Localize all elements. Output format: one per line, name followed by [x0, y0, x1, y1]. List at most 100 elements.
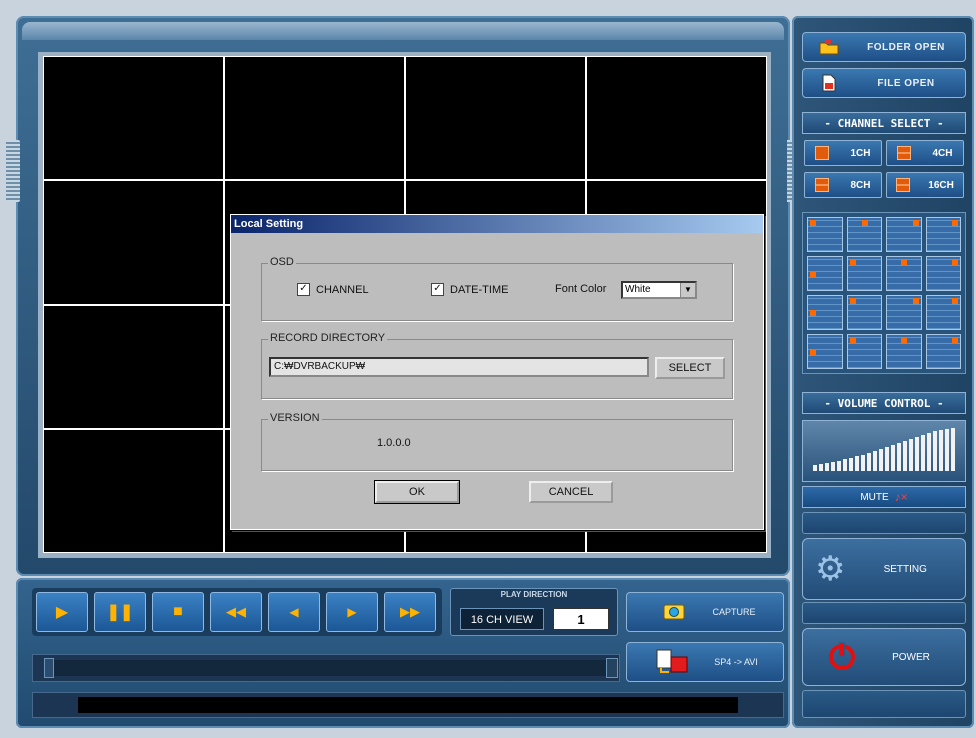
layout-option[interactable] — [886, 295, 922, 330]
setting-button[interactable]: ⚙ SETTING — [802, 538, 966, 600]
chevron-down-icon: ▼ — [680, 283, 695, 297]
layout-option[interactable] — [886, 334, 922, 369]
power-icon — [827, 641, 857, 674]
font-color-select[interactable]: White ▼ — [621, 281, 697, 299]
layout-option[interactable] — [846, 217, 882, 252]
channel-check-icon: ✓ — [297, 283, 310, 296]
eight-screen-icon — [815, 178, 830, 192]
video-cell[interactable] — [43, 56, 224, 181]
step-back-icon: ◀ — [289, 605, 299, 619]
video-cell[interactable] — [43, 304, 224, 429]
dialog-title: Local Setting — [231, 215, 763, 233]
layout-option[interactable] — [925, 334, 961, 369]
channel-select-title: - CHANNEL SELECT - — [802, 112, 966, 134]
status-bar — [78, 697, 738, 713]
video-cell[interactable] — [43, 428, 224, 553]
datetime-checkbox[interactable]: ✓ DATE-TIME — [431, 283, 508, 296]
layout-option[interactable] — [807, 217, 843, 252]
version-value: 1.0.0.0 — [377, 437, 411, 449]
video-cell[interactable] — [224, 56, 405, 181]
pause-button[interactable]: ❚❚ — [94, 592, 146, 632]
layout-option[interactable] — [846, 295, 882, 330]
file-open-button[interactable]: FILE OPEN — [802, 68, 966, 98]
layout-option[interactable] — [807, 334, 843, 369]
folder-open-button[interactable]: FOLDER OPEN — [802, 32, 966, 62]
layout-option[interactable] — [846, 334, 882, 369]
step-forward-button[interactable]: ▶ — [326, 592, 378, 632]
channel-16ch-label: 16CH — [928, 179, 954, 191]
osd-legend: OSD — [268, 256, 296, 268]
ok-button[interactable]: OK — [374, 480, 460, 504]
folder-open-label: FOLDER OPEN — [867, 41, 945, 53]
step-back-button[interactable]: ◀ — [268, 592, 320, 632]
volume-level-bars — [813, 428, 955, 471]
version-group: VERSION — [261, 412, 733, 471]
mute-button[interactable]: MUTE ♪× — [802, 486, 966, 508]
mute-label: MUTE — [860, 491, 889, 503]
step-forward-icon: ▶ — [347, 605, 357, 619]
capture-label: CAPTURE — [712, 607, 756, 617]
dvr-player-window: FOLDER OPEN FILE OPEN - CHANNEL SELECT -… — [0, 0, 976, 738]
speaker-mute-icon: ♪× — [894, 490, 908, 504]
capture-button[interactable]: CAPTURE — [626, 592, 784, 632]
select-directory-button[interactable]: SELECT — [655, 357, 725, 379]
record-directory-legend: RECORD DIRECTORY — [268, 332, 388, 344]
channel-8ch-label: 8CH — [850, 179, 871, 191]
channel-4ch-button[interactable]: 4CH — [886, 140, 964, 166]
convert-to-avi-button[interactable]: SP4 -> AVI — [626, 642, 784, 682]
screen-layout-grid — [802, 212, 966, 374]
font-color-value: White — [625, 284, 651, 295]
fast-rewind-button[interactable]: ◀◀ — [210, 592, 262, 632]
channel-checkbox[interactable]: ✓ CHANNEL — [297, 283, 369, 296]
layout-option[interactable] — [925, 256, 961, 291]
channel-8ch-button[interactable]: 8CH — [804, 172, 882, 198]
blank-strip — [802, 602, 966, 624]
folder-icon — [819, 38, 839, 56]
layout-option[interactable] — [925, 217, 961, 252]
seek-end-cap — [606, 658, 618, 678]
layout-option[interactable] — [807, 256, 843, 291]
left-resize-grip[interactable] — [6, 140, 20, 202]
fast-rewind-icon: ◀◀ — [226, 604, 246, 619]
convert-label: SP4 -> AVI — [714, 657, 758, 667]
layout-option[interactable] — [925, 295, 961, 330]
font-color-label: Font Color — [555, 283, 607, 295]
volume-control-title: - VOLUME CONTROL - — [802, 392, 966, 414]
view-page-number[interactable]: 1 — [553, 608, 609, 630]
video-cell[interactable] — [43, 180, 224, 305]
quad-screen-icon — [897, 146, 912, 160]
setting-label: SETTING — [883, 563, 927, 575]
video-cell[interactable] — [586, 56, 767, 181]
sixteen-screen-icon — [896, 178, 911, 192]
channel-16ch-button[interactable]: 16CH — [886, 172, 964, 198]
pause-icon: ❚❚ — [106, 604, 134, 621]
power-button[interactable]: POWER — [802, 628, 966, 686]
camera-icon — [663, 602, 685, 622]
layout-option[interactable] — [886, 217, 922, 252]
layout-option[interactable] — [807, 295, 843, 330]
record-directory-input[interactable]: C:₩DVRBACKUP₩ — [269, 357, 649, 377]
blank-strip — [802, 690, 966, 718]
play-icon: ▶ — [55, 604, 69, 621]
file-open-label: FILE OPEN — [877, 77, 935, 89]
channel-1ch-button[interactable]: 1CH — [804, 140, 882, 166]
main-panel-header — [22, 22, 784, 40]
video-cell[interactable] — [405, 56, 586, 181]
play-direction-title: PLAY DIRECTION — [500, 590, 568, 599]
local-setting-dialog: Local Setting OSD ✓ CHANNEL ✓ DATE-TIME … — [230, 214, 764, 530]
fast-forward-button[interactable]: ▶▶ — [384, 592, 436, 632]
convert-icon — [655, 648, 689, 676]
channel-1ch-label: 1CH — [850, 147, 871, 159]
single-screen-icon — [815, 146, 830, 160]
gear-icon: ⚙ — [815, 550, 846, 588]
play-button[interactable]: ▶ — [36, 592, 88, 632]
seek-thumb[interactable] — [44, 658, 54, 678]
layout-option[interactable] — [846, 256, 882, 291]
layout-option[interactable] — [886, 256, 922, 291]
cancel-button[interactable]: CANCEL — [529, 481, 613, 503]
seek-bar[interactable] — [44, 660, 608, 676]
volume-slider[interactable] — [802, 420, 966, 482]
file-icon — [819, 74, 839, 92]
version-legend: VERSION — [268, 412, 322, 424]
stop-button[interactable]: ■ — [152, 592, 204, 632]
